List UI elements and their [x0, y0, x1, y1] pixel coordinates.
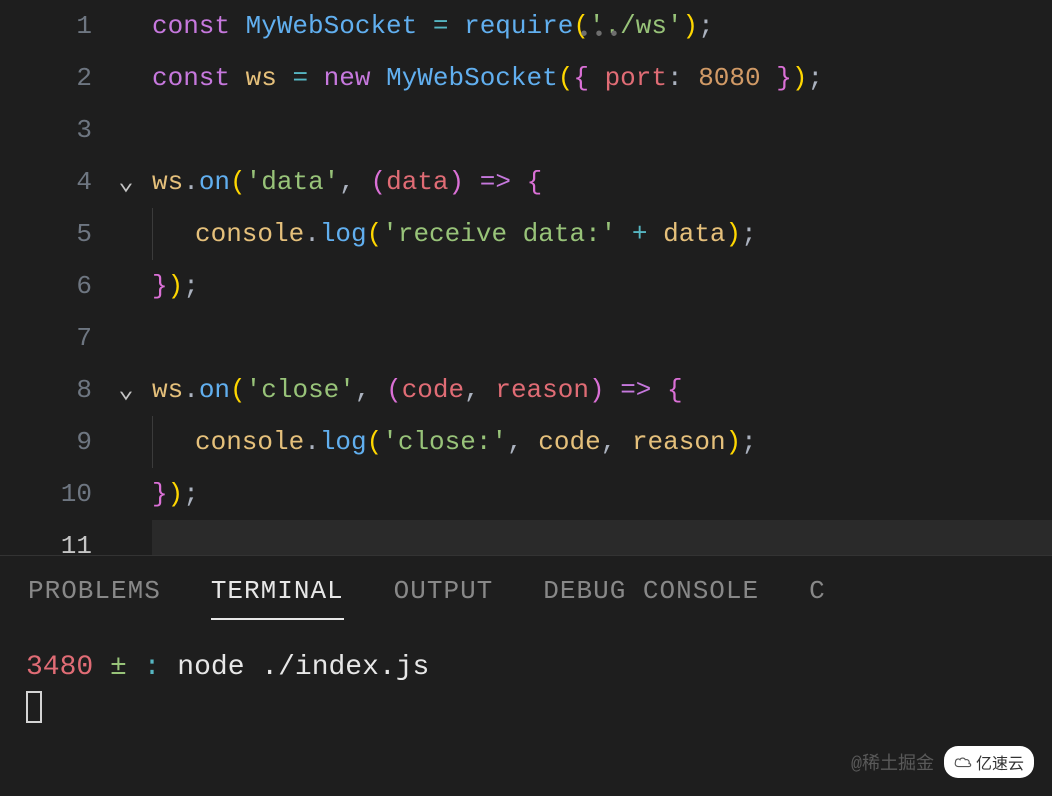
watermark: @稀土掘金 亿速云	[851, 746, 1034, 778]
gutter-2: 2	[0, 52, 100, 104]
watermark-badge-label: 亿速云	[976, 750, 1024, 774]
code-editor[interactable]: ••• 1 const MyWebSocket = require('./ws'…	[0, 0, 1052, 555]
terminal-prompt-line: 3480 ± : node ./index.js	[26, 648, 1026, 688]
code-line-8[interactable]: 8 ⌄ ws.on('close', (code, reason) => {	[0, 364, 1052, 416]
watermark-badge: 亿速云	[944, 746, 1034, 778]
tab-extra[interactable]: C	[809, 576, 826, 618]
panel-tabs: PROBLEMS TERMINAL OUTPUT DEBUG CONSOLE C	[0, 556, 1052, 620]
gutter-5: 5	[0, 208, 100, 260]
terminal-cursor-icon	[26, 691, 42, 723]
code-content-1[interactable]: const MyWebSocket = require('./ws');	[152, 0, 714, 52]
fold-toggle-4[interactable]: ⌄	[100, 156, 152, 208]
gutter-3: 3	[0, 104, 100, 156]
terminal-command: node ./index.js	[177, 652, 429, 683]
indent-guide	[152, 208, 195, 260]
code-line-1[interactable]: 1 const MyWebSocket = require('./ws');	[0, 0, 1052, 52]
gutter-4: 4	[0, 156, 100, 208]
fold-toggle-8[interactable]: ⌄	[100, 364, 152, 416]
chevron-down-icon: ⌄	[118, 364, 134, 416]
terminal-separator: :	[144, 652, 161, 683]
indent-guide	[152, 416, 195, 468]
code-content-4[interactable]: ws.on('data', (data) => {	[152, 156, 542, 208]
code-line-4[interactable]: 4 ⌄ ws.on('data', (data) => {	[0, 156, 1052, 208]
terminal-branch-indicator: ±	[110, 652, 127, 683]
gutter-1: 1	[0, 0, 100, 52]
terminal-cursor-line	[26, 688, 1026, 728]
tab-terminal[interactable]: TERMINAL	[211, 576, 344, 620]
code-line-3[interactable]: 3	[0, 104, 1052, 156]
chevron-down-icon: ⌄	[118, 156, 134, 208]
code-content-5[interactable]: console.log('receive data:' + data);	[195, 208, 757, 260]
gutter-6: 6	[0, 260, 100, 312]
code-line-11[interactable]: 11	[0, 520, 1052, 555]
code-line-7[interactable]: 7	[0, 312, 1052, 364]
gutter-11: 11	[0, 520, 100, 555]
code-line-9[interactable]: 9 console.log('close:', code, reason);	[0, 416, 1052, 468]
code-content-6[interactable]: });	[152, 260, 199, 312]
gutter-9: 9	[0, 416, 100, 468]
current-line-highlight	[152, 520, 1052, 555]
code-content-2[interactable]: const ws = new MyWebSocket({ port: 8080 …	[152, 52, 823, 104]
gutter-7: 7	[0, 312, 100, 364]
code-line-6[interactable]: 6 });	[0, 260, 1052, 312]
code-content-9[interactable]: console.log('close:', code, reason);	[195, 416, 757, 468]
tab-debug-console[interactable]: DEBUG CONSOLE	[543, 576, 759, 618]
code-content-10[interactable]: });	[152, 468, 199, 520]
terminal-pid: 3480	[26, 652, 93, 683]
tab-output[interactable]: OUTPUT	[394, 576, 494, 618]
tab-problems[interactable]: PROBLEMS	[28, 576, 161, 618]
code-line-10[interactable]: 10 });	[0, 468, 1052, 520]
gutter-10: 10	[0, 468, 100, 520]
code-content-8[interactable]: ws.on('close', (code, reason) => {	[152, 364, 683, 416]
gutter-8: 8	[0, 364, 100, 416]
watermark-text: @稀土掘金	[851, 749, 934, 775]
code-line-2[interactable]: 2 const ws = new MyWebSocket({ port: 808…	[0, 52, 1052, 104]
code-line-5[interactable]: 5 console.log('receive data:' + data);	[0, 208, 1052, 260]
fold-hint-icon: •••	[578, 24, 623, 47]
cloud-icon	[954, 755, 972, 769]
terminal-output[interactable]: 3480 ± : node ./index.js	[0, 620, 1052, 734]
